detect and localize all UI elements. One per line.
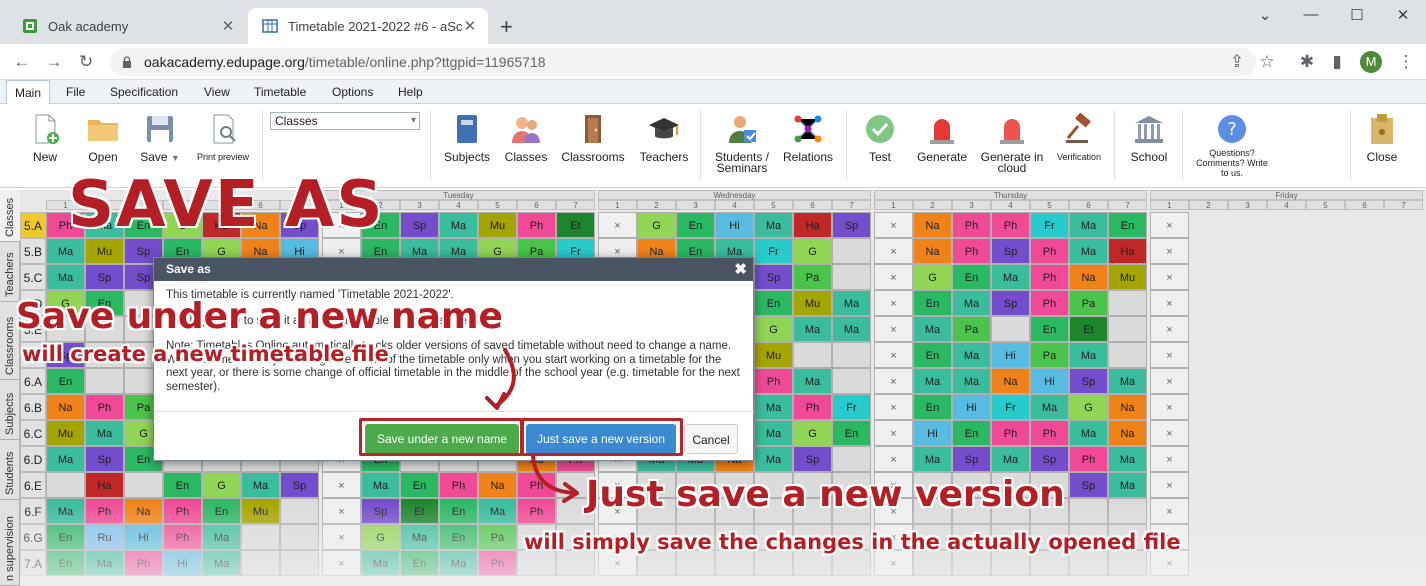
menu-file[interactable]: File xyxy=(58,80,93,104)
highlight-new-version xyxy=(521,418,683,456)
lock-icon xyxy=(123,56,131,68)
ribbon-separator xyxy=(430,110,431,180)
close-window-icon[interactable]: ✕ xyxy=(1388,6,1418,24)
ribbon-separator xyxy=(1350,110,1351,180)
browser-tab-timetable[interactable]: Timetable 2021-2022 #6 - aSc Tir ✕ xyxy=(248,8,488,44)
print-preview-button[interactable]: Print preview xyxy=(196,112,250,163)
question-mark-icon: ? xyxy=(1218,115,1246,143)
browser-tabstrip: Oak academy ✕ Timetable 2021-2022 #6 - a… xyxy=(0,0,1426,44)
relations-button[interactable]: Relations xyxy=(780,112,836,163)
check-badge-icon xyxy=(866,115,894,143)
minimize-icon[interactable]: — xyxy=(1296,6,1326,23)
network-nodes-icon xyxy=(794,115,822,143)
forward-icon[interactable]: → xyxy=(42,50,66,74)
print-preview-icon xyxy=(213,114,236,144)
extensions-icon[interactable]: ✱ xyxy=(1295,50,1319,74)
annotation-title: SAVE AS xyxy=(68,168,385,242)
test-button[interactable]: Test xyxy=(862,112,898,163)
dialog-title: Save as xyxy=(166,262,211,276)
menu-help[interactable]: Help xyxy=(390,80,431,104)
svg-text:?: ? xyxy=(1227,119,1237,140)
ribbon-separator xyxy=(846,110,847,180)
annotation-new-name-heading: Save under a new name xyxy=(16,296,503,337)
annotation-new-version-heading: Just save a new version xyxy=(586,474,1065,515)
back-icon[interactable]: ← xyxy=(10,50,34,74)
chevron-down-icon[interactable]: ⌄ xyxy=(1250,6,1280,24)
generate-button[interactable]: Generate xyxy=(914,112,970,163)
close-tab-icon[interactable]: ✕ xyxy=(462,17,478,35)
menu-timetable[interactable]: Timetable xyxy=(246,80,314,104)
profile-avatar[interactable]: M xyxy=(1360,51,1382,73)
ribbon-separator xyxy=(1114,110,1115,180)
maximize-icon[interactable]: ☐ xyxy=(1342,6,1372,24)
gavel-icon xyxy=(1066,112,1091,143)
url-path: /timetable/online.php?ttgpid=11965718 xyxy=(304,54,546,70)
open-button[interactable]: Open xyxy=(86,112,120,163)
book-icon xyxy=(457,115,477,143)
ribbon-separator xyxy=(1182,110,1183,180)
url-host: oakacademy.edupage.org xyxy=(144,54,305,70)
siren-icon xyxy=(930,119,954,144)
tab-title: Oak academy xyxy=(48,18,129,34)
students-seminars-button[interactable]: Students / Seminars xyxy=(710,112,774,174)
cancel-button[interactable]: Cancel xyxy=(684,424,738,454)
timetable-favicon-icon xyxy=(262,19,278,33)
graduation-cap-icon xyxy=(649,118,679,139)
new-tab-icon[interactable]: + xyxy=(500,14,513,40)
view-select[interactable]: Classes xyxy=(270,112,420,130)
menu-view[interactable]: View xyxy=(196,80,238,104)
student-check-icon xyxy=(729,116,756,143)
ribbon-separator xyxy=(700,110,701,180)
folder-icon xyxy=(88,120,118,141)
edupage-favicon-icon xyxy=(23,19,37,33)
students-group-icon xyxy=(512,117,540,143)
tab-title: Timetable 2021-2022 #6 - aSc Tir xyxy=(288,18,462,34)
save-button[interactable]: Save ▼ xyxy=(140,112,180,164)
close-button[interactable]: Close xyxy=(1362,112,1402,163)
star-icon[interactable]: ☆ xyxy=(1255,50,1279,74)
highlight-new-name xyxy=(359,418,523,456)
reload-icon[interactable]: ↻ xyxy=(74,50,98,74)
teachers-button[interactable]: Teachers xyxy=(638,112,690,163)
new-file-icon xyxy=(35,114,59,144)
close-tab-icon[interactable]: ✕ xyxy=(220,17,236,35)
save-dropdown-icon[interactable]: ▼ xyxy=(171,153,180,163)
classes-button[interactable]: Classes xyxy=(504,112,548,163)
menu-specification[interactable]: Specification xyxy=(102,80,186,104)
share-icon[interactable]: ⇪ xyxy=(1225,50,1249,74)
dialog-header: Save as ✖ xyxy=(154,258,753,281)
browser-tab-oak-academy[interactable]: Oak academy ✕ xyxy=(8,8,246,44)
address-bar-row: ← → ↻ oakacademy.edupage.org/timetable/o… xyxy=(0,44,1426,80)
sidepanel-icon[interactable]: ▮ xyxy=(1325,50,1349,74)
menu-options[interactable]: Options xyxy=(324,80,381,104)
menu-main[interactable]: Main xyxy=(6,80,51,105)
verification-button[interactable]: Verification xyxy=(1054,112,1104,163)
door-icon xyxy=(585,115,601,143)
close-box-icon xyxy=(1371,114,1393,144)
app-menubar: Main File Specification View Timetable O… xyxy=(0,80,1426,105)
generate-in-cloud-button[interactable]: Generate in cloud xyxy=(978,112,1046,174)
classrooms-button[interactable]: Classrooms xyxy=(560,112,626,163)
url-input[interactable]: oakacademy.edupage.org/timetable/online.… xyxy=(110,48,1256,76)
close-icon[interactable]: ✖ xyxy=(734,258,747,281)
annotation-new-name-desc: will create a new timetable file xyxy=(22,342,389,366)
siren-cloud-icon xyxy=(1000,119,1024,144)
new-button[interactable]: New xyxy=(28,112,62,163)
annotation-new-version-desc: will simply save the changes in the actu… xyxy=(524,530,1181,554)
kebab-menu-icon[interactable]: ⋮ xyxy=(1394,50,1418,74)
subjects-button[interactable]: Subjects xyxy=(444,112,490,163)
school-building-icon xyxy=(1135,116,1163,143)
school-button[interactable]: School xyxy=(1128,112,1170,163)
floppy-disk-icon xyxy=(147,116,173,142)
questions-button[interactable]: ? Questions? Comments? Write to us. xyxy=(1192,112,1272,178)
